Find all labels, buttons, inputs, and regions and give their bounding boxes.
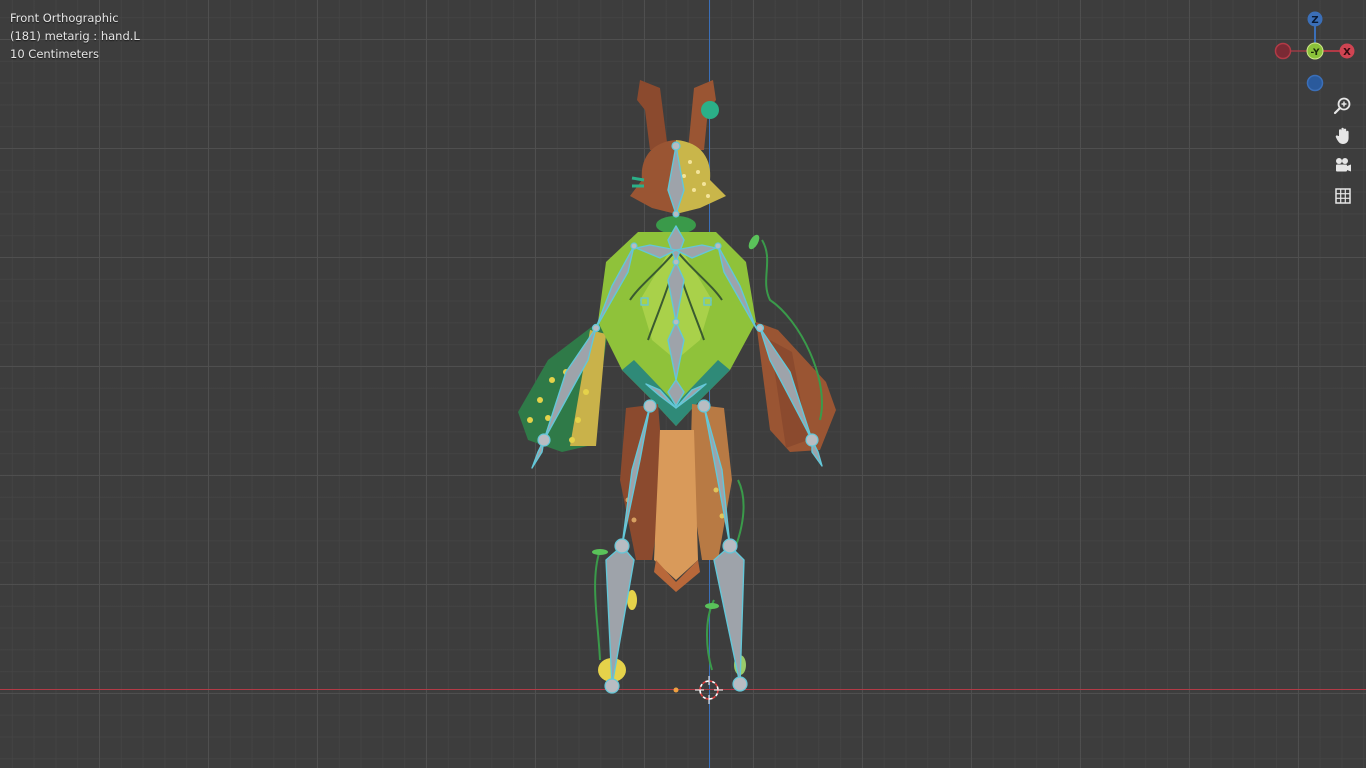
3d-viewport[interactable]: Front Orthographic (181) metarig : hand.… bbox=[0, 0, 1366, 768]
zoom-in-icon bbox=[1333, 97, 1351, 115]
z-axis-label: Z bbox=[1311, 15, 1318, 26]
hand-icon bbox=[1335, 127, 1349, 144]
x-axis-label: X bbox=[1343, 47, 1351, 58]
character-model[interactable] bbox=[0, 0, 1366, 768]
pan-button[interactable] bbox=[1329, 122, 1357, 150]
x-axis-handle[interactable]: X bbox=[1339, 43, 1355, 59]
y-axis-handle[interactable]: -Y bbox=[1306, 42, 1324, 60]
viewport-info-overlay: Front Orthographic (181) metarig : hand.… bbox=[10, 9, 140, 63]
y-axis-label: -Y bbox=[1311, 48, 1320, 58]
3d-cursor-icon bbox=[695, 676, 723, 704]
grid-scale-label: 10 Centimeters bbox=[10, 47, 99, 61]
neg-x-axis-handle[interactable] bbox=[1274, 42, 1292, 60]
active-object-label: (181) metarig : hand.L bbox=[10, 29, 140, 43]
neg-z-axis-handle[interactable] bbox=[1306, 74, 1324, 92]
perspective-toggle-button[interactable] bbox=[1329, 182, 1357, 210]
camera-icon bbox=[1336, 158, 1351, 172]
navigation-gizmo[interactable]: Z X -Y bbox=[1270, 8, 1360, 98]
view-name-label: Front Orthographic bbox=[10, 11, 119, 25]
z-axis-handle[interactable]: Z bbox=[1307, 11, 1323, 27]
grid-icon bbox=[1335, 188, 1351, 204]
zoom-button[interactable] bbox=[1329, 92, 1357, 120]
camera-view-button[interactable] bbox=[1329, 152, 1357, 180]
